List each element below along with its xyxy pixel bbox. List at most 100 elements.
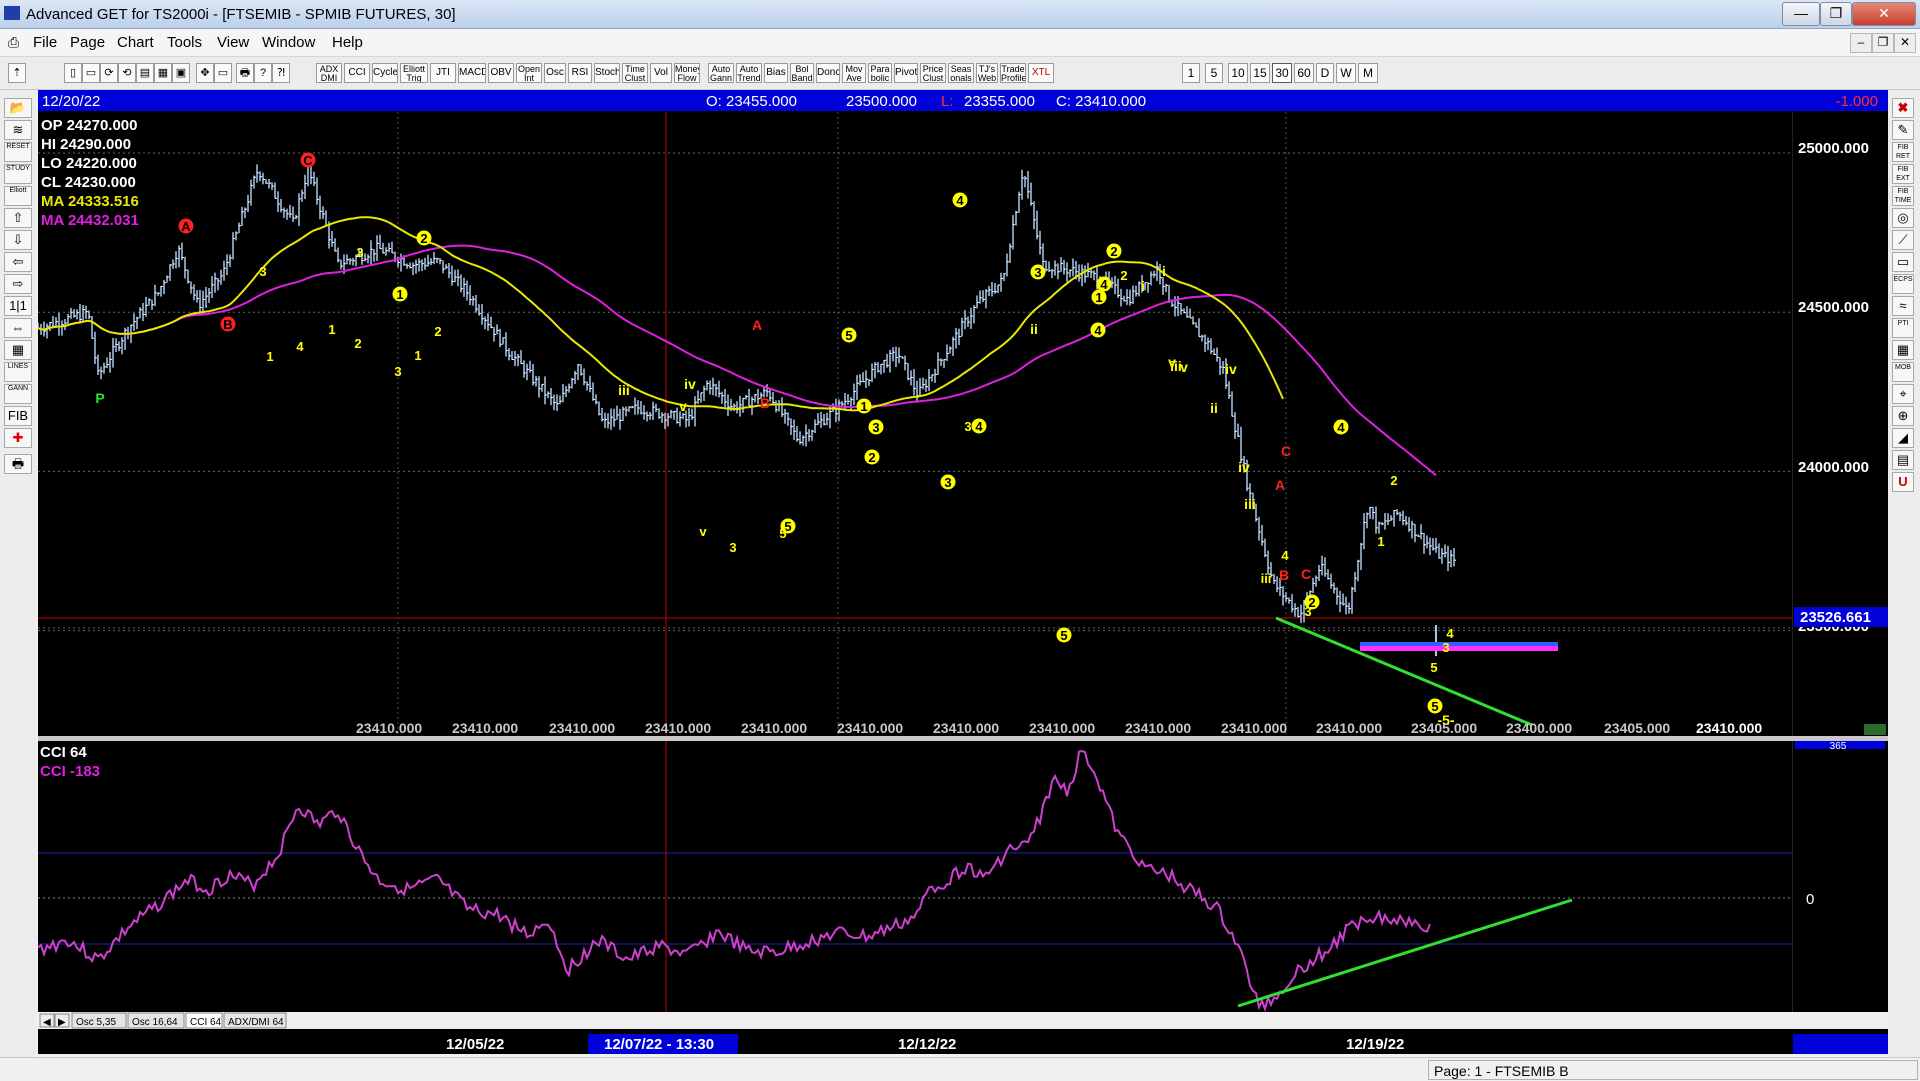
menu-chart[interactable]: Chart — [117, 34, 154, 51]
interval-5-button[interactable]: 5 — [1205, 63, 1223, 83]
study-button-trade-profile[interactable]: Trade Profile — [1000, 63, 1026, 83]
left-tool-8-icon[interactable]: ⇨ — [4, 274, 32, 294]
grid-icon[interactable]: ▦ — [154, 63, 172, 83]
menu-page[interactable]: Page — [70, 34, 105, 51]
study-button-jti[interactable]: JTI — [430, 63, 456, 83]
menu-view[interactable]: View — [217, 34, 249, 51]
right-tool-5-icon[interactable]: ◎ — [1892, 208, 1914, 228]
study-button-osc[interactable]: Osc — [544, 63, 566, 83]
mdi-minimize-button[interactable]: – — [1850, 33, 1872, 53]
right-tool-6-icon[interactable]: ⟋ — [1892, 230, 1914, 250]
right-tool-12-icon[interactable]: MOB — [1892, 362, 1914, 382]
pointer-tool-icon[interactable]: ⇡ — [8, 63, 26, 83]
hint-icon[interactable]: ? — [254, 63, 272, 83]
maximize-button[interactable]: ❐ — [1820, 2, 1852, 26]
interval-weekly-button[interactable]: W — [1336, 63, 1356, 83]
study-button-time-clust[interactable]: Time Clust — [622, 63, 648, 83]
study-button-adx-dmi[interactable]: ADX DMI — [316, 63, 342, 83]
interval-10-button[interactable]: 10 — [1228, 63, 1248, 83]
chart-area[interactable]: 12/20/22 O: 23455.000 23500.000 L: 23355… — [37, 90, 1888, 1040]
study-button-xtl[interactable]: XTL — [1028, 63, 1054, 83]
left-tool-9-icon[interactable]: 1|1 — [4, 296, 32, 316]
right-tool-15-icon[interactable]: ◢ — [1892, 428, 1914, 448]
right-tool-0-icon[interactable]: ✖ — [1892, 98, 1914, 118]
right-tool-13-icon[interactable]: ⌖ — [1892, 384, 1914, 404]
scroll-corner-icon[interactable] — [1864, 724, 1886, 735]
left-tool-1-icon[interactable]: ≋ — [4, 120, 32, 140]
study-button-bias[interactable]: Bias — [764, 63, 788, 83]
study-button-obv[interactable]: OBV — [488, 63, 514, 83]
document-icon[interactable]: ⎙ — [8, 34, 19, 51]
study-button-cycles[interactable]: Cycles — [372, 63, 398, 83]
pane-splitter[interactable] — [38, 736, 1888, 741]
oscillator-tab[interactable]: CCI 64 — [185, 1012, 223, 1029]
right-tool-10-icon[interactable]: PTI — [1892, 318, 1914, 338]
window-icon[interactable]: ▣ — [172, 63, 190, 83]
right-tool-3-icon[interactable]: FIB EXT — [1892, 164, 1914, 184]
print-icon[interactable]: 🖶 — [236, 63, 254, 83]
right-tool-16-icon[interactable]: ▤ — [1892, 450, 1914, 470]
refresh-icon[interactable]: ⟲ — [118, 63, 136, 83]
link-icon[interactable]: ⟳ — [100, 63, 118, 83]
study-button-bol-band[interactable]: Bol Band — [790, 63, 814, 83]
right-tool-7-icon[interactable]: ▭ — [1892, 252, 1914, 272]
study-button-macd[interactable]: MACD — [458, 63, 486, 83]
left-tool-15-icon[interactable]: ✚ — [4, 428, 32, 448]
minimize-button[interactable]: — — [1782, 2, 1820, 26]
study-button-elliott-trig[interactable]: Elliott Trig — [400, 63, 428, 83]
left-tool-0-icon[interactable]: 📂 — [4, 98, 32, 118]
right-tool-2-icon[interactable]: FIB RET — [1892, 142, 1914, 162]
left-tool-2-icon[interactable]: RESET — [4, 142, 32, 162]
layout-icon[interactable]: ▤ — [136, 63, 154, 83]
study-button-price-clust[interactable]: Price Clust — [920, 63, 946, 83]
right-tool-14-icon[interactable]: ⊕ — [1892, 406, 1914, 426]
price-pane[interactable]: PABC1234555421324542134CABAB Ciii ivviiiii… — [37, 112, 1888, 736]
menu-help[interactable]: Help — [332, 34, 363, 51]
new-page-icon[interactable]: ▯ — [64, 63, 82, 83]
mdi-close-button[interactable]: ✕ — [1894, 33, 1916, 53]
left-tool-6-icon[interactable]: ⇩ — [4, 230, 32, 250]
study-button-vol[interactable]: Vol — [650, 63, 672, 83]
study-button-pivot[interactable]: Pivot — [894, 63, 918, 83]
oscillator-tab[interactable]: Osc 16,64 — [127, 1012, 185, 1029]
left-tool-4-icon[interactable]: Elliott — [4, 186, 32, 206]
left-tool-12-icon[interactable]: LINES — [4, 362, 32, 382]
left-tool-3-icon[interactable]: STUDY — [4, 164, 32, 184]
right-tool-4-icon[interactable]: FIB TIME — [1892, 186, 1914, 206]
study-button-stoch[interactable]: Stoch — [594, 63, 620, 83]
right-tool-8-icon[interactable]: ECPS — [1892, 274, 1914, 294]
open-icon[interactable]: ▭ — [82, 63, 100, 83]
study-button-auto-gann[interactable]: Auto Gann — [708, 63, 734, 83]
oscillator-tab[interactable]: Osc 5,35 — [71, 1012, 127, 1029]
mdi-restore-button[interactable]: ❐ — [1872, 33, 1894, 53]
right-tool-11-icon[interactable]: ▦ — [1892, 340, 1914, 360]
menu-window[interactable]: Window — [262, 34, 315, 51]
study-button-donch[interactable]: Donch — [816, 63, 840, 83]
chart-window-icon[interactable]: ▭ — [214, 63, 232, 83]
left-tool-14-icon[interactable]: FIB — [4, 406, 32, 426]
study-button-para-bolic[interactable]: Para bolic — [868, 63, 892, 83]
study-button-rsi[interactable]: RSI — [568, 63, 592, 83]
study-button-tj-s-web[interactable]: TJ's Web — [976, 63, 998, 83]
right-tool-1-icon[interactable]: ✎ — [1892, 120, 1914, 140]
left-tool-16-icon[interactable]: 🖶 — [4, 454, 32, 474]
close-button[interactable]: ✕ — [1852, 2, 1916, 26]
left-tool-5-icon[interactable]: ⇧ — [4, 208, 32, 228]
interval-30-button[interactable]: 30 — [1272, 63, 1292, 83]
study-button-cci[interactable]: CCI — [344, 63, 370, 83]
left-tool-10-icon[interactable]: ⇔ — [4, 318, 32, 338]
menu-tools[interactable]: Tools — [167, 34, 202, 51]
left-tool-11-icon[interactable]: ▦ — [4, 340, 32, 360]
right-tool-9-icon[interactable]: ≈ — [1892, 296, 1914, 316]
left-tool-13-icon[interactable]: GANN — [4, 384, 32, 404]
interval-monthly-button[interactable]: M — [1358, 63, 1378, 83]
interval-60-button[interactable]: 60 — [1294, 63, 1314, 83]
study-button-open-int[interactable]: Open Int — [516, 63, 542, 83]
interval-15-button[interactable]: 15 — [1250, 63, 1270, 83]
oscillator-tab[interactable]: ADX/DMI 64 — [223, 1012, 287, 1029]
interval-daily-button[interactable]: D — [1316, 63, 1334, 83]
right-tool-17-icon[interactable]: U — [1892, 472, 1914, 492]
expand-icon[interactable]: ✥ — [196, 63, 214, 83]
study-button-mov-ave[interactable]: Mov Ave — [842, 63, 866, 83]
study-button-auto-trend[interactable]: Auto Trend — [736, 63, 762, 83]
